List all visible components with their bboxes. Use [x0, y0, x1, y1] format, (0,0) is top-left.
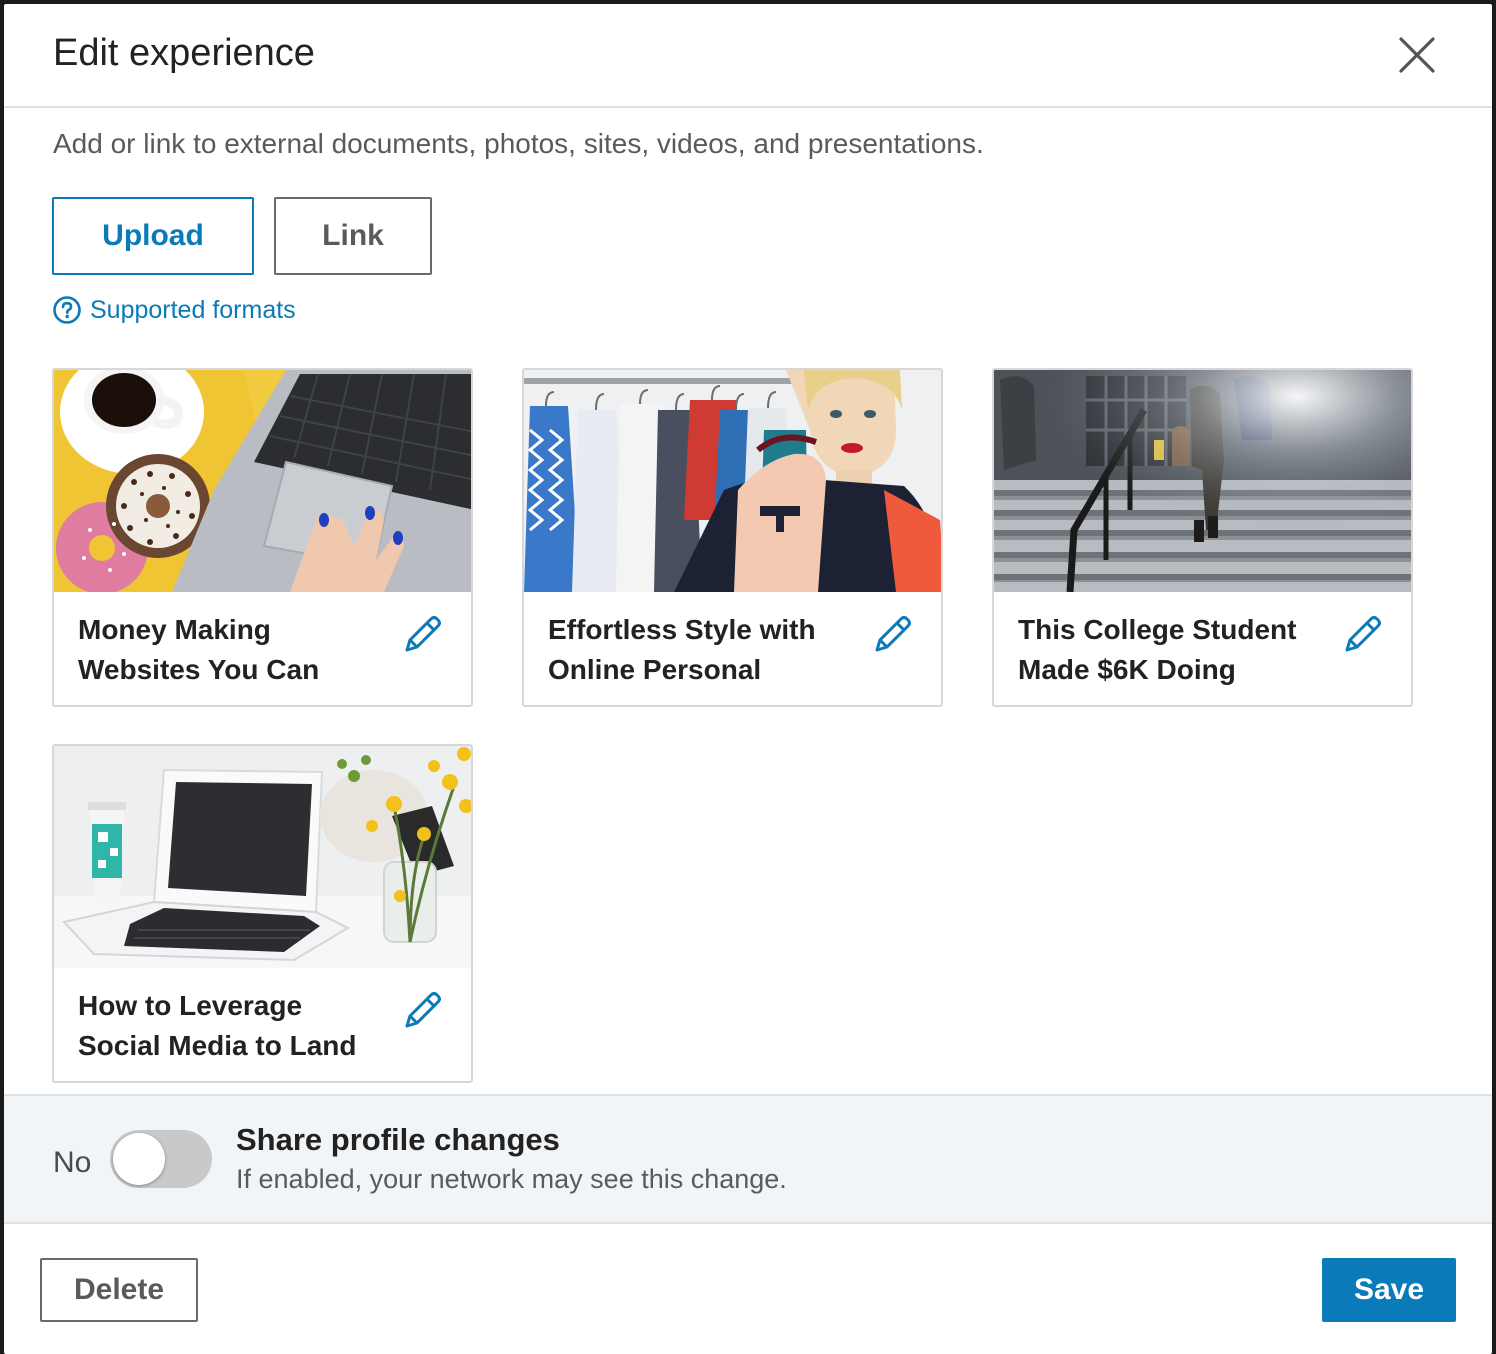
media-thumbnail — [524, 370, 941, 592]
toggle-knob — [113, 1133, 165, 1185]
upload-button[interactable]: Upload — [52, 197, 254, 275]
pencil-icon[interactable] — [871, 612, 915, 656]
media-card[interactable]: Money Making Websites You Can — [52, 368, 473, 707]
close-icon — [1399, 37, 1435, 73]
question-circle-icon — [53, 296, 81, 324]
media-thumbnail — [994, 370, 1411, 592]
link-button[interactable]: Link — [274, 197, 432, 275]
media-title: How to Leverage Social Media to Land — [78, 990, 357, 1061]
modal-title: Edit experience — [53, 32, 315, 74]
share-title: Share profile changes — [236, 1122, 560, 1157]
share-description: If enabled, your network may see this ch… — [236, 1164, 787, 1194]
media-thumbnail — [54, 370, 471, 592]
media-thumbnail — [54, 746, 471, 968]
modal-header: Edit experience — [4, 4, 1492, 108]
supported-formats-link[interactable]: Supported formats — [52, 292, 296, 328]
media-card[interactable]: How to Leverage Social Media to Land — [52, 744, 473, 1083]
delete-button[interactable]: Delete — [40, 1258, 198, 1322]
pencil-icon[interactable] — [401, 988, 445, 1032]
media-title: This College Student Made $6K Doing — [1018, 614, 1297, 685]
share-profile-changes-bar: No Share profile changes If enabled, you… — [4, 1094, 1492, 1224]
media-card[interactable]: This College Student Made $6K Doing — [992, 368, 1413, 707]
pencil-icon[interactable] — [1341, 612, 1385, 656]
share-profile-toggle[interactable] — [110, 1130, 212, 1188]
save-button[interactable]: Save — [1322, 1258, 1456, 1322]
media-title: Money Making Websites You Can — [78, 614, 320, 685]
media-card[interactable]: Effortless Style with Online Personal — [522, 368, 943, 707]
edit-experience-modal: Edit experience Add or link to external … — [4, 4, 1492, 1354]
media-title: Effortless Style with Online Personal — [548, 614, 816, 685]
supported-formats-label: Supported formats — [90, 295, 296, 324]
close-button[interactable] — [1394, 32, 1440, 78]
toggle-state-label: No — [53, 1146, 92, 1179]
pencil-icon[interactable] — [401, 612, 445, 656]
media-instructions: Add or link to external documents, photo… — [53, 128, 984, 159]
